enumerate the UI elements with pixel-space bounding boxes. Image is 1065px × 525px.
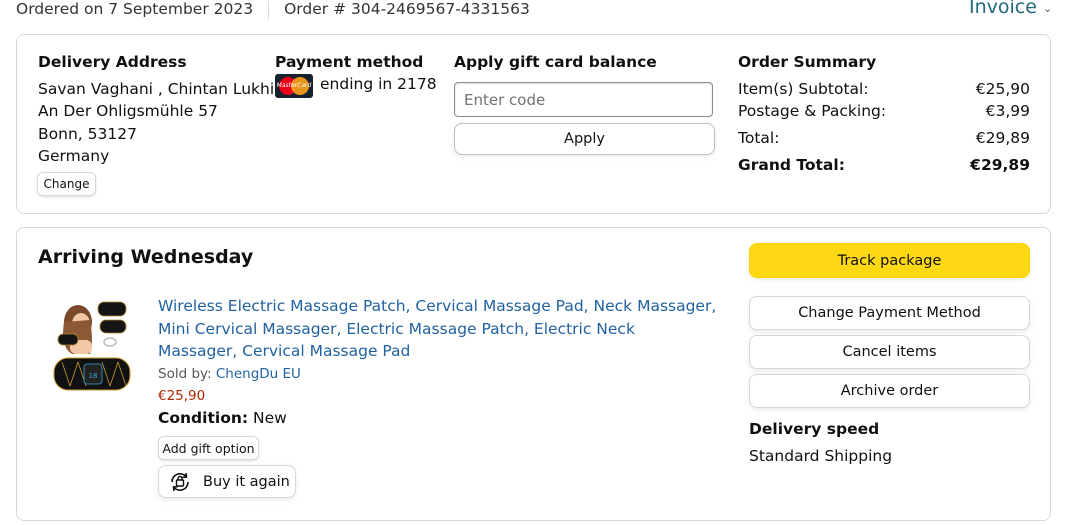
address-line: Germany [38,147,110,165]
grand-total-label: Grand Total: [738,156,845,174]
card-brand-text: MasterCard [276,82,312,89]
sold-by: Sold by: ChengDu EU [158,366,301,382]
item-price: €25,90 [158,388,206,404]
gift-code-input[interactable] [454,82,713,117]
svg-text:18: 18 [89,372,98,380]
sold-by-label: Sold by: [158,366,212,382]
card-ending-text: ending in 2178 [320,75,437,93]
subtotal-value: €25,90 [975,80,1030,98]
add-gift-option-button[interactable]: Add gift option [158,436,259,460]
change-payment-method-button[interactable]: Change Payment Method [749,296,1030,330]
apply-gift-card-button[interactable]: Apply [454,123,715,155]
order-header: Ordered on 7 September 2023 Order # 304-… [16,0,530,20]
change-address-button[interactable]: Change [37,172,96,196]
condition-value: New [253,409,287,427]
track-package-button[interactable]: Track package [749,243,1030,278]
delivery-address-heading: Delivery Address [38,53,187,71]
total-label: Total: [738,129,780,147]
chevron-down-icon[interactable]: ⌄ [1043,2,1052,15]
total-value: €29,89 [975,129,1030,147]
grand-total-value: €29,89 [970,156,1030,174]
seller-link[interactable]: ChengDu EU [216,366,301,382]
delivery-speed-heading: Delivery speed [749,420,880,438]
invoice-dropdown[interactable]: Invoice ⌄ [969,0,1052,18]
postage-label: Postage & Packing: [738,102,887,120]
address-line: Bonn, 53127 [38,125,137,143]
payment-method-heading: Payment method [275,53,424,71]
delivery-speed-value: Standard Shipping [749,447,893,465]
buy-it-again-button[interactable]: Buy it again [158,465,296,498]
product-title-link[interactable]: Wireless Electric Massage Patch, Cervica… [158,295,718,363]
invoice-label[interactable]: Invoice [969,0,1037,18]
condition-label: Condition: [158,409,249,427]
product-image[interactable]: 18 [50,292,140,400]
header-divider [268,1,270,19]
address-line: An Der Ohligsmühle 57 [38,102,218,120]
ordered-on-date: Ordered on 7 September 2023 [16,0,254,18]
condition: Condition: New [158,409,287,427]
gift-card-heading: Apply gift card balance [454,53,657,71]
archive-order-button[interactable]: Archive order [749,374,1030,408]
cancel-items-button[interactable]: Cancel items [749,335,1030,369]
mastercard-icon: MasterCard [275,74,313,98]
reorder-icon [171,472,189,491]
postage-value: €3,99 [985,102,1030,120]
subtotal-label: Item(s) Subtotal: [738,80,869,98]
arrival-heading: Arriving Wednesday [38,246,254,268]
order-number: Order # 304-2469567-4331563 [284,0,530,18]
address-line: Savan Vaghani , Chintan Lukhi [38,80,275,98]
buy-it-again-label[interactable]: Buy it again [203,474,290,490]
order-summary-heading: Order Summary [738,53,877,71]
